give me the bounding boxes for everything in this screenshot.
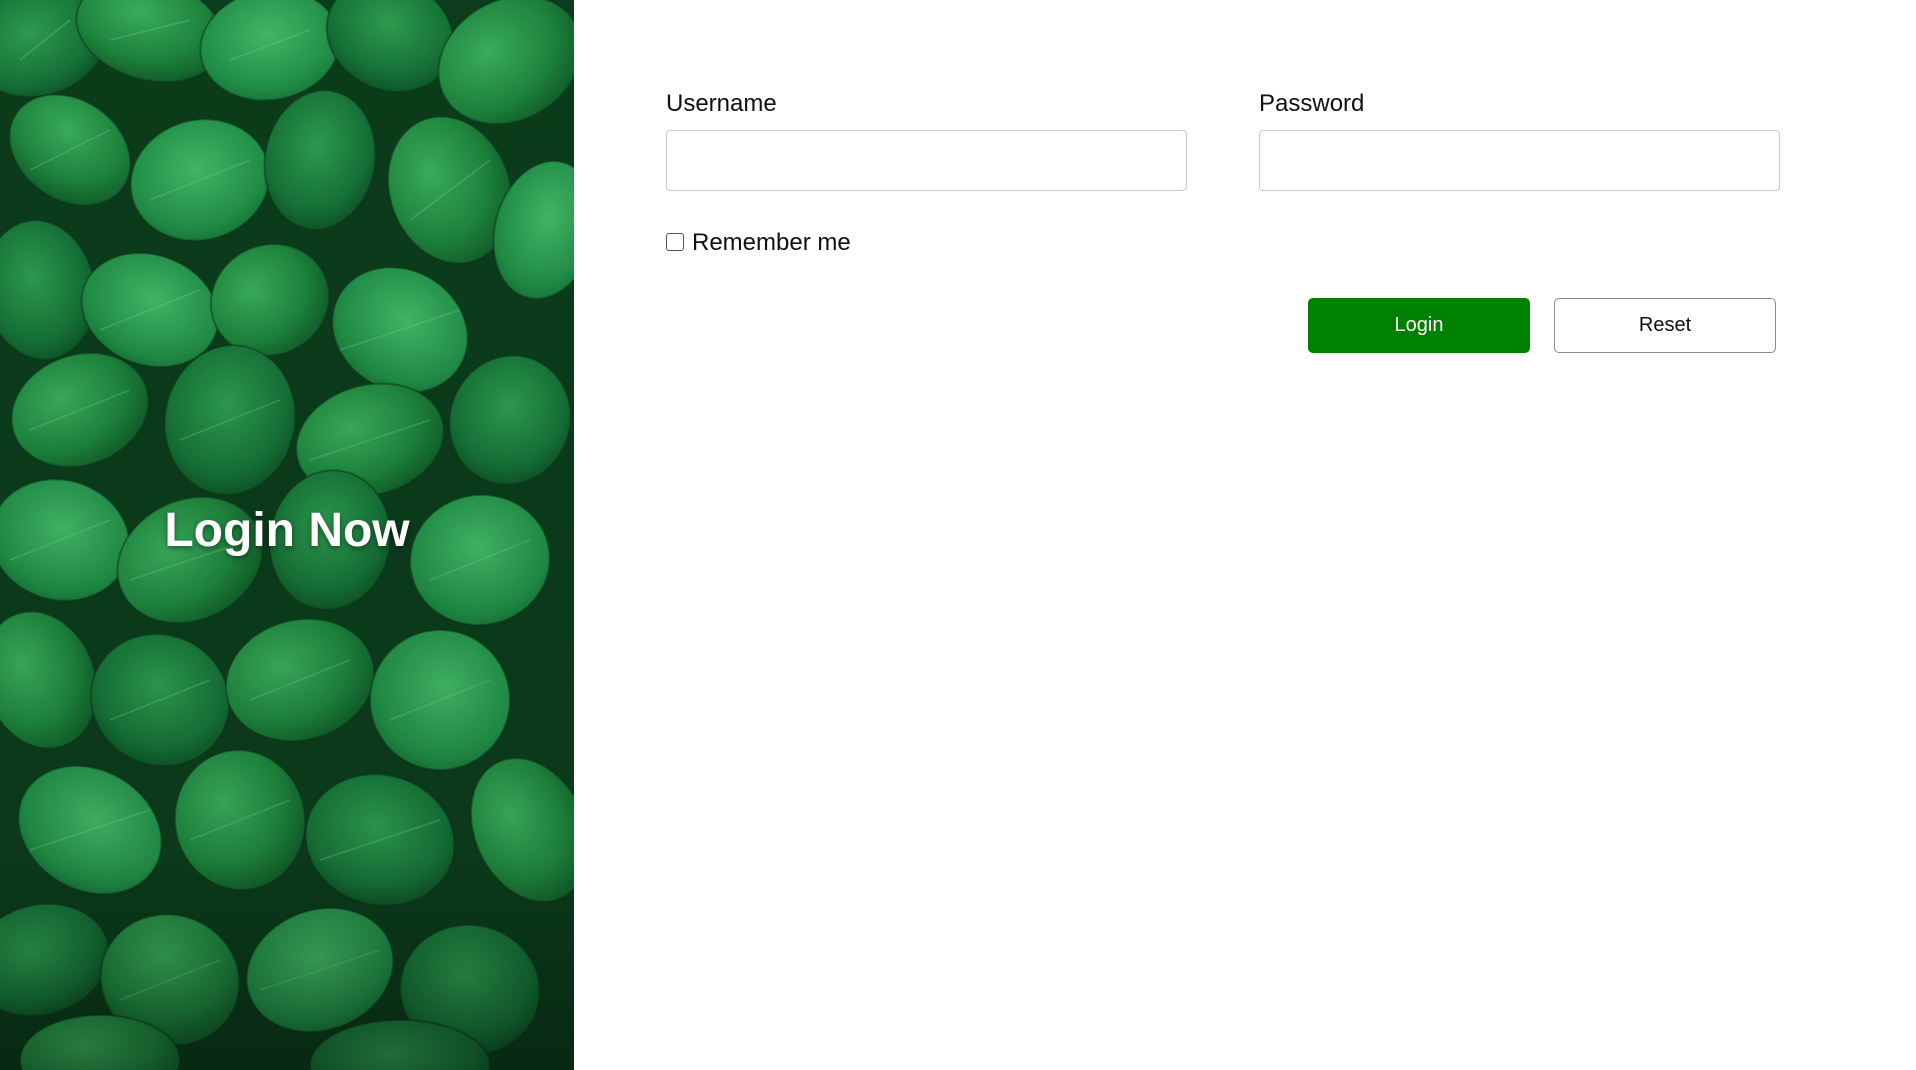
login-button[interactable]: Login [1308,298,1530,353]
password-input[interactable] [1259,130,1780,191]
login-form: Username Password Remember me Login Rese… [574,0,1916,1070]
login-page: Login Now Username Password Remember me … [0,0,1916,1070]
remember-me-label[interactable]: Remember me [692,229,851,257]
reset-button[interactable]: Reset [1554,298,1776,353]
remember-me-checkbox[interactable] [666,233,684,251]
remember-me-row[interactable]: Remember me [666,229,851,257]
username-input[interactable] [666,130,1187,191]
password-label: Password [1259,90,1365,117]
hero-panel: Login Now [0,0,574,1070]
hero-title: Login Now [164,504,410,557]
username-label: Username [666,90,777,117]
